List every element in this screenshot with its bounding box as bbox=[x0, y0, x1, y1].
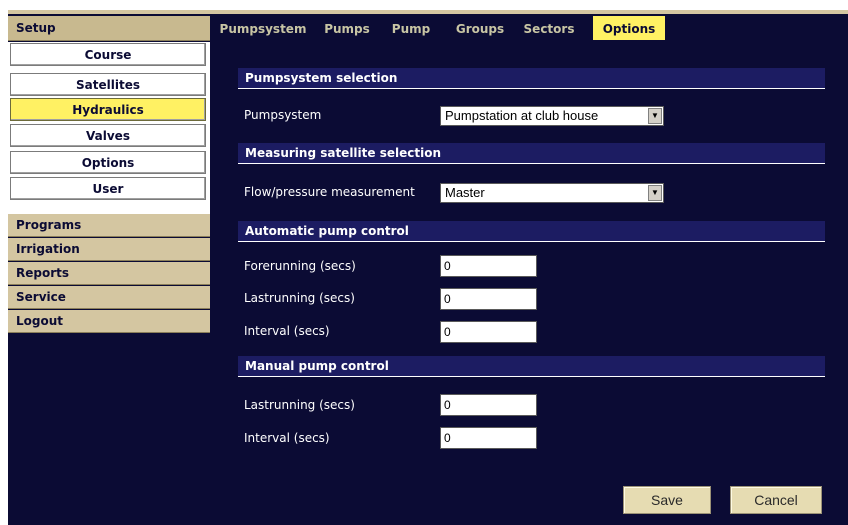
label-auto-lastrunning: Lastrunning (secs) bbox=[244, 291, 355, 305]
sidebar: Setup Course Satellites Hydraulics Valve… bbox=[8, 16, 210, 525]
manual-lastrunning-input[interactable]: 0 bbox=[440, 394, 537, 416]
flow-pressure-select[interactable]: Master ▼ bbox=[440, 183, 664, 203]
label-flow-pressure: Flow/pressure measurement bbox=[244, 185, 415, 199]
chevron-down-icon[interactable]: ▼ bbox=[648, 108, 662, 124]
tab-bar: Pumpsystem Pumps Pump Groups Sectors Opt… bbox=[213, 16, 848, 40]
pumpsystem-select[interactable]: Pumpstation at club house ▼ bbox=[440, 106, 664, 126]
save-button[interactable]: Save bbox=[623, 486, 711, 514]
section-measuring-satellite: Measuring satellite selection bbox=[238, 143, 825, 164]
tab-options[interactable]: Options bbox=[593, 16, 665, 40]
auto-interval-input[interactable]: 0 bbox=[440, 321, 537, 343]
sidebar-item-irrigation[interactable]: Irrigation bbox=[8, 238, 210, 261]
chevron-down-icon[interactable]: ▼ bbox=[648, 185, 662, 201]
label-pumpsystem: Pumpsystem bbox=[244, 108, 322, 122]
sidebar-item-programs[interactable]: Programs bbox=[8, 214, 210, 237]
sidebar-item-options[interactable]: Options bbox=[10, 151, 206, 174]
label-auto-interval: Interval (secs) bbox=[244, 324, 330, 338]
sidebar-item-hydraulics[interactable]: Hydraulics bbox=[10, 98, 206, 121]
cancel-button[interactable]: Cancel bbox=[730, 486, 822, 514]
sidebar-item-service[interactable]: Service bbox=[8, 286, 210, 309]
sidebar-item-logout[interactable]: Logout bbox=[8, 310, 210, 333]
section-automatic-pump-control: Automatic pump control bbox=[238, 221, 825, 242]
sidebar-item-user[interactable]: User bbox=[10, 177, 206, 200]
sidebar-item-course[interactable]: Course bbox=[10, 43, 206, 66]
sidebar-item-reports[interactable]: Reports bbox=[8, 262, 210, 285]
sidebar-header-setup[interactable]: Setup bbox=[8, 16, 210, 41]
tab-pumpsystem[interactable]: Pumpsystem bbox=[213, 16, 313, 40]
auto-lastrunning-input[interactable]: 0 bbox=[440, 288, 537, 310]
label-manual-interval: Interval (secs) bbox=[244, 431, 330, 445]
tab-groups[interactable]: Groups bbox=[449, 16, 511, 40]
tab-sectors[interactable]: Sectors bbox=[515, 16, 583, 40]
tab-pumps[interactable]: Pumps bbox=[317, 16, 377, 40]
sidebar-item-valves[interactable]: Valves bbox=[10, 124, 206, 147]
label-auto-forerunning: Forerunning (secs) bbox=[244, 259, 356, 273]
pumpsystem-select-value: Pumpstation at club house bbox=[445, 108, 599, 123]
section-pumpsystem-selection: Pumpsystem selection bbox=[238, 68, 825, 89]
label-manual-lastrunning: Lastrunning (secs) bbox=[244, 398, 355, 412]
flow-pressure-select-value: Master bbox=[445, 185, 485, 200]
sidebar-item-satellites[interactable]: Satellites bbox=[10, 73, 206, 96]
section-manual-pump-control: Manual pump control bbox=[238, 356, 825, 377]
options-form: Pumpsystem selection Pumpsystem Pumpstat… bbox=[213, 40, 843, 525]
tab-pump[interactable]: Pump bbox=[385, 16, 437, 40]
manual-interval-input[interactable]: 0 bbox=[440, 427, 537, 449]
auto-forerunning-input[interactable]: 0 bbox=[440, 255, 537, 277]
setup-submenu: Course Satellites Hydraulics Valves Opti… bbox=[8, 42, 210, 226]
